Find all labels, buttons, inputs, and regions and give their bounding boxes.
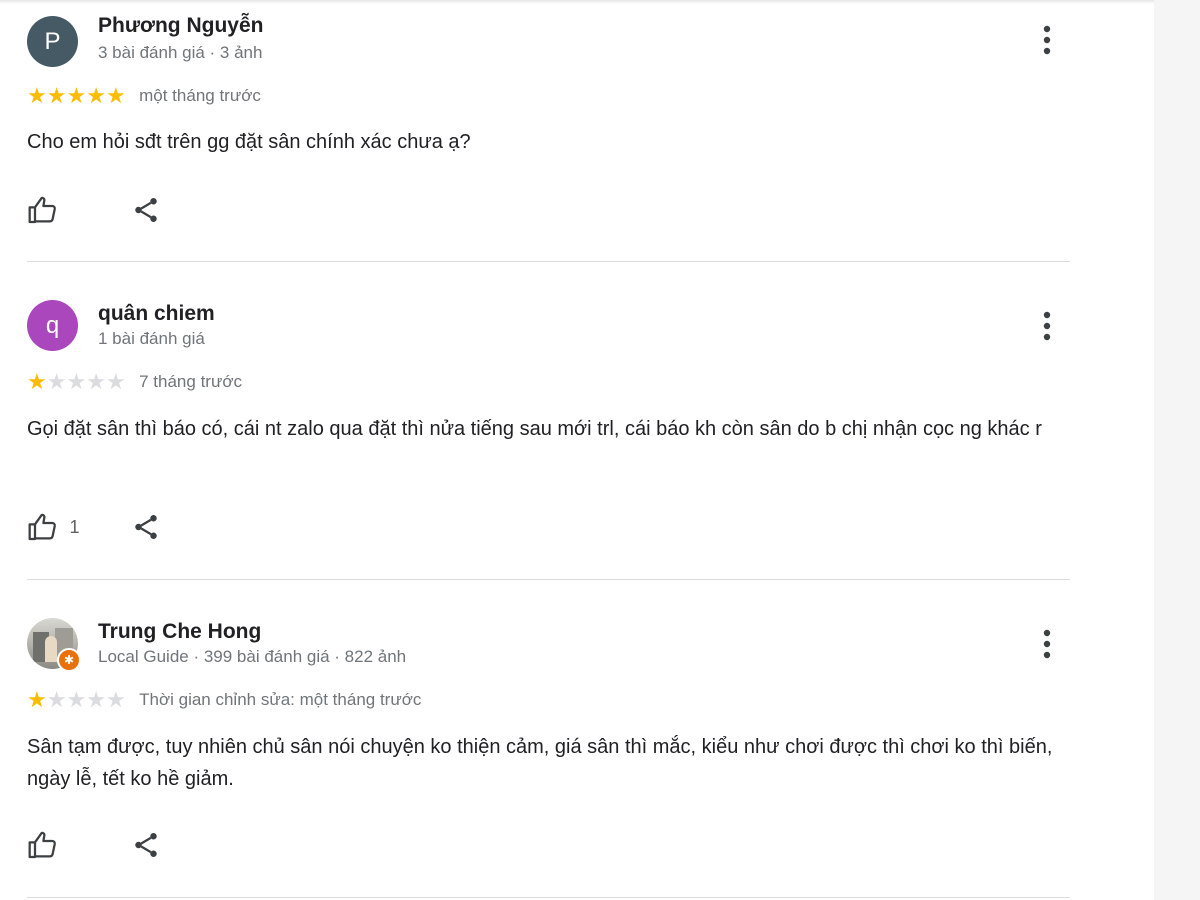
review-date: một tháng trước [139,86,261,105]
reviewer-meta[interactable]: 3 bài đánh giá · 3 ảnh [98,43,262,63]
star-filled-icon: ★ [105,83,126,108]
reviewer-name[interactable]: Phương Nguyễn [98,14,263,38]
review-date: Thời gian chỉnh sửa: một tháng trước [139,690,422,709]
reviewer-name[interactable]: quân chiem [98,302,215,326]
share-icon [135,515,157,539]
thumb-up-icon [28,196,56,224]
more-vert-icon [1043,25,1051,55]
review-text: Gọi đặt sân thì báo có, cái nt zalo qua … [27,418,1042,440]
avatar-photo-part [45,636,57,662]
star-empty-icon: ★ [105,369,126,394]
star-empty-icon: ★ [105,687,126,712]
rating-row: ★★★★★ Thời gian chỉnh sửa: một tháng trư… [27,688,421,712]
like-button[interactable]: 1 [27,511,79,543]
like-button[interactable] [27,194,65,226]
review-date: 7 tháng trước [139,372,242,391]
rating-row: ★★★★★ một tháng trước [27,84,261,108]
star-rating: ★★★★★ [27,84,126,108]
like-button[interactable] [27,829,65,861]
star-filled-icon: ★ [27,369,47,394]
review-card: P Phương Nguyễn 3 bài đánh giá · 3 ảnh ★… [27,0,1070,262]
share-button[interactable] [131,829,161,866]
star-rating: ★★★★★ [27,370,126,394]
more-vert-icon [1043,629,1051,659]
right-scroll-gutter [1154,0,1200,900]
more-vert-icon [1043,311,1051,341]
rating-row: ★★★★★ 7 tháng trước [27,370,242,394]
avatar[interactable]: q [27,300,78,351]
local-guide-badge-icon: ✱ [57,648,81,672]
star-rating: ★★★★★ [27,688,126,712]
share-button[interactable] [131,511,161,548]
thumb-up-icon [28,513,56,541]
star-empty-icon: ★ [86,369,106,394]
star-filled-icon: ★ [66,83,87,108]
star-empty-icon: ★ [46,687,67,712]
reviewer-meta[interactable]: 1 bài đánh giá [98,329,205,349]
review-text: Sân tạm được, tuy nhiên chủ sân nói chuy… [27,736,1053,790]
avatar[interactable]: P [27,16,78,67]
reviewer-name[interactable]: Trung Che Hong [98,620,261,644]
star-empty-icon: ★ [86,687,106,712]
thumb-up-icon [28,831,56,859]
star-filled-icon: ★ [27,687,47,712]
more-options-button[interactable] [1032,308,1062,344]
star-filled-icon: ★ [27,83,47,108]
share-button[interactable] [131,194,161,231]
reviewer-meta[interactable]: Local Guide · 399 bài đánh giá · 822 ảnh [98,647,406,667]
review-card: q quân chiem 1 bài đánh giá ★★★★★ 7 thán… [27,262,1070,580]
share-icon [135,833,157,857]
review-card: ✱ Trung Che Hong Local Guide · 399 bài đ… [27,580,1070,898]
star-empty-icon: ★ [66,687,87,712]
star-filled-icon: ★ [86,83,106,108]
star-empty-icon: ★ [66,369,87,394]
more-options-button[interactable] [1032,22,1062,58]
share-icon [135,198,157,222]
like-count: 1 [69,516,80,537]
more-options-button[interactable] [1032,626,1062,662]
star-filled-icon: ★ [46,83,67,108]
review-text: Cho em hỏi sđt trên gg đặt sân chính xác… [27,131,471,153]
star-empty-icon: ★ [46,369,67,394]
